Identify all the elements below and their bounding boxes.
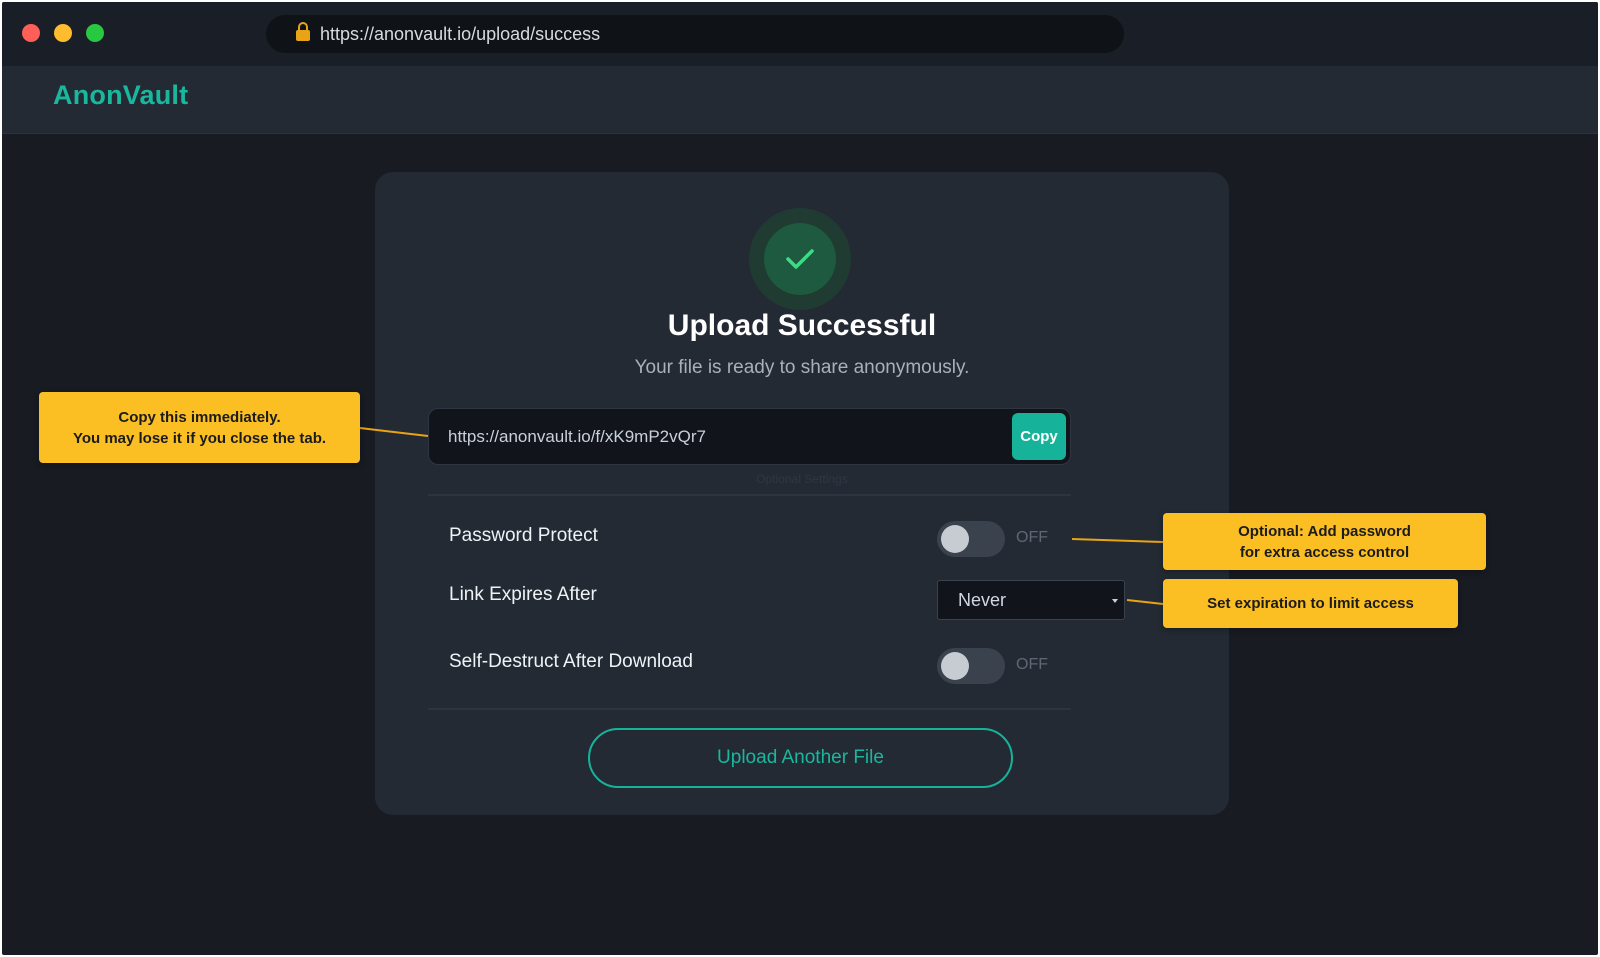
toggle-knob (941, 525, 969, 553)
maximize-window-button[interactable] (86, 24, 104, 42)
callout-text: Copy this immediately. (118, 408, 281, 426)
share-link-box: Copy (428, 408, 1071, 465)
address-bar[interactable]: https://anonvault.io/upload/success (266, 15, 1124, 53)
title-bar: https://anonvault.io/upload/success (2, 2, 1598, 66)
checkmark-icon (786, 249, 814, 269)
app-header: AnonVault (2, 66, 1598, 134)
setting-label-expires: Link Expires After (449, 584, 597, 605)
section-label-optional-settings: Optional Settings (756, 472, 848, 486)
share-link-field[interactable] (448, 427, 1008, 447)
divider (428, 494, 1071, 496)
callout-expiry-tip: Set expiration to limit access (1163, 579, 1458, 628)
chevron-down-icon (1112, 599, 1118, 603)
success-badge (749, 208, 851, 310)
divider (428, 708, 1071, 710)
minimize-window-button[interactable] (54, 24, 72, 42)
upload-another-file-button[interactable]: Upload Another File (588, 728, 1013, 788)
setting-label-self-destruct: Self-Destruct After Download (449, 651, 693, 672)
browser-window: https://anonvault.io/upload/success Anon… (2, 2, 1598, 955)
callout-text: for extra access control (1239, 543, 1410, 561)
brand-logo[interactable]: AnonVault (53, 80, 188, 111)
password-toggle-state: OFF (1016, 529, 1048, 546)
self-destruct-toggle-state: OFF (1016, 656, 1048, 673)
link-expiry-select[interactable]: Never (937, 580, 1125, 620)
callout-password-tip: Optional: Add password for extra access … (1163, 513, 1486, 570)
close-window-button[interactable] (22, 24, 40, 42)
self-destruct-toggle[interactable] (937, 648, 1005, 684)
callout-text: You may lose it if you close the tab. (72, 429, 327, 447)
address-bar-url: https://anonvault.io/upload/success (320, 23, 601, 44)
page-title: Upload Successful (667, 309, 937, 342)
password-protect-toggle[interactable] (937, 521, 1005, 557)
callout-text: Set expiration to limit access (1207, 595, 1414, 612)
callout-copy-warning: Copy this immediately. You may lose it i… (39, 392, 360, 463)
upload-success-card: Upload Successful Your file is ready to … (375, 172, 1229, 815)
lock-icon (296, 22, 310, 43)
callout-text: Optional: Add password (1238, 522, 1411, 540)
page-subtitle: Your file is ready to share anonymously. (634, 357, 970, 378)
toggle-knob (941, 652, 969, 680)
link-expiry-selected: Never (958, 590, 1007, 610)
copy-button[interactable]: Copy (1012, 413, 1066, 460)
setting-label-password: Password Protect (449, 525, 598, 546)
